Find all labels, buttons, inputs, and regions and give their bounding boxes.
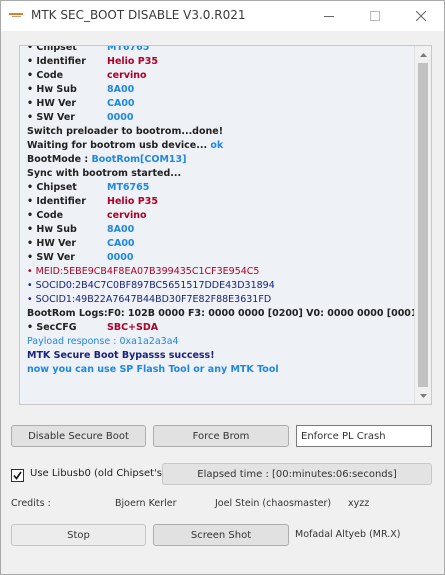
log-line: BootRom Logs:F0: 102B 0000 F3: 0000 0000… bbox=[27, 307, 422, 321]
log-line: MTK Secure Boot Bypasss success! bbox=[27, 349, 409, 363]
log-line-value: 0000 bbox=[107, 112, 134, 123]
log-line-value: 8A00 bbox=[107, 84, 135, 95]
log-line: now you can use SP Flash Tool or any MTK… bbox=[27, 363, 409, 377]
log-line-label: • Identifier bbox=[27, 196, 86, 207]
log-line-label: • SW Ver bbox=[27, 112, 75, 123]
log-line-text: MTK Secure Boot Bypasss success! bbox=[27, 350, 215, 361]
maximize-button[interactable] bbox=[352, 1, 398, 31]
log-line-label: • Code bbox=[27, 210, 64, 221]
chevron-up-icon bbox=[420, 52, 427, 57]
credit-name-1: Bjoern Kerler bbox=[115, 498, 177, 509]
enforce-pl-crash-field[interactable]: Enforce PL Crash bbox=[296, 425, 432, 447]
log-line: • SW Ver 0000 bbox=[27, 111, 409, 125]
log-line-label: Waiting for bootrom usb device... bbox=[27, 140, 211, 151]
log-line: Payload response : 0xa1a2a3a4 bbox=[27, 335, 409, 349]
log-line-text: Switch preloader to bootrom...done! bbox=[27, 126, 224, 137]
log-line-value: 8A00 bbox=[107, 224, 135, 235]
log-line-label: • Hw Sub bbox=[27, 224, 77, 235]
minimize-button[interactable] bbox=[306, 1, 352, 31]
checkmark-icon bbox=[13, 471, 22, 480]
log-line-text: now you can use SP Flash Tool or any MTK… bbox=[27, 364, 279, 375]
log-line-label: • SW Ver bbox=[27, 252, 75, 263]
log-line: Sync with bootrom started... bbox=[27, 167, 409, 181]
log-line: • Hw Sub 8A00 bbox=[27, 83, 409, 97]
log-line-label: • Code bbox=[27, 70, 64, 81]
main-window: MTK SEC_BOOT DISABLE V3.0.R021 • Chipset… bbox=[0, 0, 445, 575]
log-line-text: • MEID:5EBE9CB4F8EA07B399435C1CF3E954C5 bbox=[27, 266, 260, 277]
elapsed-time-display: Elapsed time : [00:minutes:06:seconds] bbox=[162, 463, 432, 485]
title-bar[interactable]: MTK SEC_BOOT DISABLE V3.0.R021 bbox=[1, 1, 444, 31]
disable-secure-boot-button[interactable]: Disable Secure Boot bbox=[11, 425, 146, 447]
use-libusb-label[interactable]: Use Libusb0 (old Chipset's) bbox=[30, 468, 166, 479]
use-libusb-checkbox[interactable] bbox=[11, 469, 24, 482]
log-line-label: • HW Ver bbox=[27, 238, 77, 249]
app-logo-icon bbox=[9, 13, 23, 18]
stop-button[interactable]: Stop bbox=[11, 524, 146, 546]
log-line-label: • HW Ver bbox=[27, 98, 77, 109]
credit-name-2: Joel Stein (chaosmaster) bbox=[215, 498, 332, 509]
log-line-label: • Chipset bbox=[27, 182, 77, 193]
screen-shot-button[interactable]: Screen Shot bbox=[153, 524, 289, 546]
log-line: • Chipset MT6765 bbox=[27, 45, 409, 55]
log-line-value: cervino bbox=[107, 210, 147, 221]
force-brom-button[interactable]: Force Brom bbox=[153, 425, 289, 447]
log-line-label: • Chipset bbox=[27, 45, 77, 53]
scroll-up-arrow[interactable] bbox=[415, 46, 431, 63]
log-line: • SecCFG SBC+SDA bbox=[27, 321, 409, 335]
log-line-value: 0000 bbox=[107, 252, 134, 263]
log-line-value: MT6765 bbox=[107, 45, 150, 53]
log-line-value: BootRom[COM13] bbox=[91, 154, 187, 165]
log-line-label: BootMode : bbox=[27, 154, 92, 165]
log-line: • Chipset MT6765 bbox=[27, 181, 409, 195]
author-credit: Mofadal Altyeb (MR.X) bbox=[295, 529, 401, 540]
log-line: BootMode : BootRom[COM13] bbox=[27, 153, 409, 167]
log-line: • Code cervino bbox=[27, 209, 409, 223]
log-line: • SOCID1:49B22A7647B44BD30F7E82F88E3631F… bbox=[27, 293, 409, 307]
log-panel[interactable]: • Chipset MT6765 • Identifier Helio P35 • Co… bbox=[19, 45, 432, 405]
maximize-icon bbox=[370, 11, 380, 21]
log-line: • SW Ver 0000 bbox=[27, 251, 409, 265]
log-line-label: • Identifier bbox=[27, 56, 86, 67]
log-line-value: SBC+SDA bbox=[107, 322, 159, 333]
log-scrollbar[interactable] bbox=[414, 46, 431, 404]
log-line: • HW Ver CA00 bbox=[27, 237, 409, 251]
log-line: • Identifier Helio P35 bbox=[27, 195, 409, 209]
log-line: • MEID:5EBE9CB4F8EA07B399435C1CF3E954C5 bbox=[27, 265, 409, 279]
log-content: • Chipset MT6765 • Identifier Helio P35 • Co… bbox=[27, 45, 422, 377]
log-line-value: MT6765 bbox=[107, 182, 150, 193]
credit-name-3: xyzz bbox=[348, 498, 370, 509]
close-icon bbox=[416, 11, 426, 21]
log-line-label: • Hw Sub bbox=[27, 84, 77, 95]
scroll-thumb[interactable] bbox=[418, 63, 428, 387]
log-line-value: ok bbox=[210, 140, 224, 151]
close-button[interactable] bbox=[398, 1, 444, 31]
log-line: • Hw Sub 8A00 bbox=[27, 223, 409, 237]
log-line-value: Helio P35 bbox=[107, 56, 158, 67]
log-line-value: Helio P35 bbox=[107, 196, 158, 207]
log-line: • Identifier Helio P35 bbox=[27, 55, 409, 69]
log-line-label: • SecCFG bbox=[27, 322, 77, 333]
log-line-text: • SOCID1:49B22A7647B44BD30F7E82F88E3631F… bbox=[27, 294, 272, 305]
minimize-icon bbox=[324, 16, 334, 17]
window-title: MTK SEC_BOOT DISABLE V3.0.R021 bbox=[31, 8, 246, 22]
scroll-down-arrow[interactable] bbox=[415, 387, 431, 404]
log-line-value: CA00 bbox=[107, 238, 135, 249]
log-line-text: BootRom Logs:F0: 102B 0000 F3: 0000 0000… bbox=[27, 308, 422, 319]
log-line-text: • SOCID0:2B4C7C0BF897BC5651517DDE43D3189… bbox=[27, 280, 275, 291]
chevron-down-icon bbox=[420, 393, 427, 398]
log-line: • HW Ver CA00 bbox=[27, 97, 409, 111]
log-line: • Code cervino bbox=[27, 69, 409, 83]
log-line: • SOCID0:2B4C7C0BF897BC5651517DDE43D3189… bbox=[27, 279, 409, 293]
credits-label: Credits : bbox=[11, 498, 51, 509]
log-line-text: Payload response : 0xa1a2a3a4 bbox=[27, 336, 179, 347]
log-line: Switch preloader to bootrom...done! bbox=[27, 125, 409, 139]
log-line-value: cervino bbox=[107, 70, 147, 81]
log-line-value: CA00 bbox=[107, 98, 135, 109]
log-line-text: Sync with bootrom started... bbox=[27, 168, 182, 179]
log-line: Waiting for bootrom usb device... ok bbox=[27, 139, 409, 153]
